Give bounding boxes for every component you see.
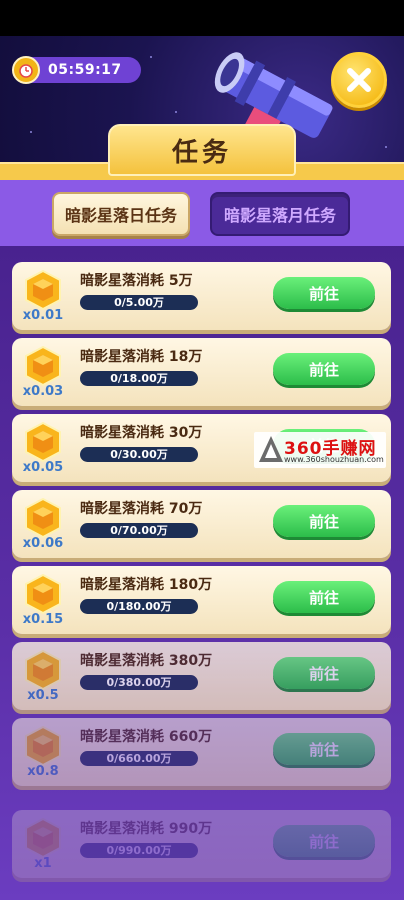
tab-daily-tasks[interactable]: 暗影星落日任务	[52, 192, 190, 236]
task-title: 暗影星落消耗 660万	[80, 729, 213, 745]
go-button[interactable]: 前往	[273, 825, 375, 857]
tab-bar: 暗影星落日任务 暗影星落月任务	[0, 180, 404, 246]
reward-multiplier: x0.8	[27, 764, 59, 779]
task-card: x0.15 暗影星落消耗 180万 0/180.00万 前往	[12, 566, 391, 634]
watermark: 360手赚网 www.360shouzhuan.com	[254, 432, 386, 468]
progress-text: 0/18.00万	[110, 372, 168, 385]
gem-icon	[25, 270, 61, 310]
gem-icon	[25, 818, 61, 858]
reward-multiplier: x0.15	[22, 612, 64, 627]
task-progress-bar: 0/70.00万	[80, 523, 198, 538]
gem-icon	[25, 422, 61, 462]
progress-text: 0/30.00万	[110, 448, 168, 461]
timer-text: 05:59:17	[48, 62, 122, 78]
reward-multiplier: x0.05	[22, 460, 64, 475]
gem-icon	[25, 726, 61, 766]
task-title: 暗影星落消耗 380万	[80, 653, 213, 669]
countdown-timer: 05:59:17	[12, 56, 141, 84]
go-button[interactable]: 前往	[273, 733, 375, 765]
task-card: x0.01 暗影星落消耗 5万 0/5.00万 前往	[12, 262, 391, 330]
watermark-url: www.360shouzhuan.com	[284, 455, 384, 464]
stopwatch-icon	[12, 56, 40, 84]
close-button[interactable]	[331, 52, 387, 108]
task-progress-bar: 0/5.00万	[80, 295, 198, 310]
task-progress-bar: 0/30.00万	[80, 447, 198, 462]
task-title: 暗影星落消耗 70万	[80, 501, 203, 517]
task-title: 暗影星落消耗 990万	[80, 821, 213, 837]
task-progress-bar: 0/660.00万	[80, 751, 198, 766]
gem-icon	[25, 498, 61, 538]
title-plate: 任务	[108, 124, 296, 176]
status-bar	[0, 0, 404, 36]
task-card: x0.5 暗影星落消耗 380万 0/380.00万 前往	[12, 642, 391, 710]
reward-multiplier: x0.03	[22, 384, 64, 399]
task-card: x0.03 暗影星落消耗 18万 0/18.00万 前往	[12, 338, 391, 406]
progress-text: 0/70.00万	[110, 524, 168, 537]
progress-text: 0/660.00万	[106, 752, 172, 765]
gem-icon	[25, 650, 61, 690]
reward-multiplier: x0.5	[27, 688, 59, 703]
go-button[interactable]: 前往	[273, 505, 375, 537]
progress-text: 0/180.00万	[106, 600, 172, 613]
go-button[interactable]: 前往	[273, 353, 375, 385]
task-card: x0.8 暗影星落消耗 660万 0/660.00万 前往	[12, 718, 391, 786]
go-button[interactable]: 前往	[273, 277, 375, 309]
progress-text: 0/380.00万	[106, 676, 172, 689]
go-button[interactable]: 前往	[273, 581, 375, 613]
task-progress-bar: 0/180.00万	[80, 599, 198, 614]
task-progress-bar: 0/18.00万	[80, 371, 198, 386]
close-icon	[347, 68, 371, 92]
gem-icon	[25, 574, 61, 614]
go-button[interactable]: 前往	[273, 657, 375, 689]
reward-multiplier: x1	[34, 856, 52, 871]
page-title: 任务	[171, 137, 232, 168]
task-title: 暗影星落消耗 18万	[80, 349, 203, 365]
watermark-logo-icon	[259, 436, 283, 462]
task-progress-bar: 0/380.00万	[80, 675, 198, 690]
progress-text: 0/5.00万	[114, 296, 164, 309]
task-card: x0.06 暗影星落消耗 70万 0/70.00万 前往	[12, 490, 391, 558]
reward-multiplier: x0.06	[22, 536, 64, 551]
progress-text: 0/990.00万	[106, 844, 172, 857]
task-title: 暗影星落消耗 5万	[80, 273, 193, 289]
reward-multiplier: x0.01	[22, 308, 64, 323]
gem-icon	[25, 346, 61, 386]
task-title: 暗影星落消耗 30万	[80, 425, 203, 441]
task-progress-bar: 0/990.00万	[80, 843, 198, 858]
task-title: 暗影星落消耗 180万	[80, 577, 213, 593]
task-card: x1 暗影星落消耗 990万 0/990.00万 前往	[12, 810, 391, 878]
tab-monthly-tasks[interactable]: 暗影星落月任务	[210, 192, 350, 236]
